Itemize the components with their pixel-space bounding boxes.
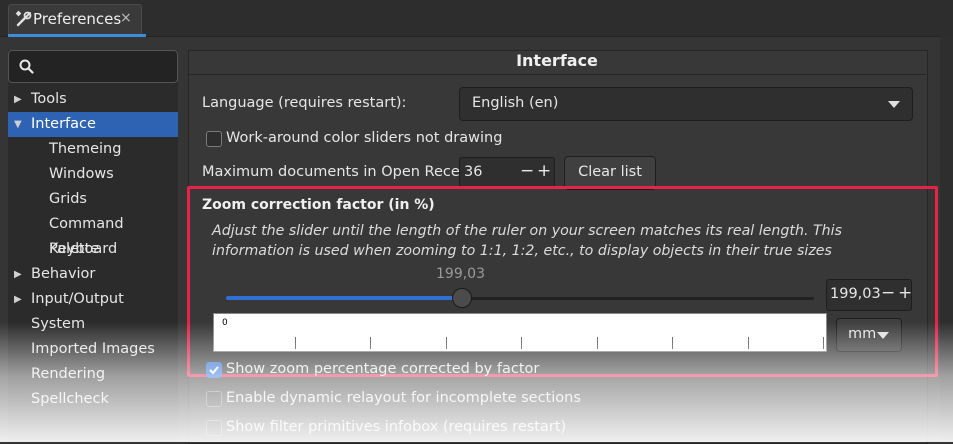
sidebar-item-behavior[interactable]: ▶ Behavior	[8, 262, 178, 287]
max-docs-value: 36	[464, 164, 483, 180]
checkmark-icon	[209, 366, 219, 375]
sidebar-item-themeing[interactable]: Themeing	[8, 137, 178, 162]
language-dropdown[interactable]: English (en)	[459, 87, 913, 121]
tab-active-indicator	[8, 34, 146, 37]
increment-button[interactable]: +	[537, 161, 551, 181]
search-icon	[19, 59, 34, 78]
search-input[interactable]	[8, 50, 178, 83]
sidebar-item-rendering[interactable]: Rendering	[8, 362, 178, 387]
tab-preferences[interactable]: Preferences ×	[8, 4, 142, 36]
sidebar-item-label: System	[31, 316, 86, 332]
dynamic-relayout-checkbox[interactable]	[206, 391, 222, 407]
tab-bar	[0, 0, 953, 37]
workaround-label: Work-around color sliders not drawing	[226, 130, 503, 146]
show-zoom-label: Show zoom percentage corrected by factor	[226, 361, 540, 377]
sidebar-item-label: Interface	[31, 116, 96, 132]
sidebar-item-label: Rendering	[31, 366, 106, 382]
sidebar-item-label: Tools	[31, 91, 67, 107]
language-label: Language (requires restart):	[202, 95, 407, 111]
chevron-right-icon[interactable]: ▶	[14, 87, 22, 112]
sidebar-item-interface[interactable]: ▼ Interface	[8, 112, 178, 137]
sidebar-item-label: Themeing	[49, 141, 122, 157]
highlight-frame	[187, 186, 938, 377]
max-docs-spinbox[interactable]: 36 − +	[459, 157, 555, 189]
sidebar-item-grids[interactable]: Grids	[8, 187, 178, 212]
close-icon[interactable]: ×	[120, 10, 132, 26]
sidebar-item-windows[interactable]: Windows	[8, 162, 178, 187]
filter-infobox-label: Show filter primitives infobox (requires…	[226, 419, 567, 435]
sidebar-item-label: Input/Output	[31, 291, 124, 307]
sidebar-item-label: Keyboard	[49, 241, 118, 257]
sidebar-item-command-palette[interactable]: Command Palette	[8, 212, 178, 257]
chevron-right-icon[interactable]: ▶	[14, 287, 22, 312]
sidebar-item-spellcheck[interactable]: Spellcheck	[8, 387, 178, 412]
chevron-down-icon[interactable]: ▼	[14, 112, 22, 137]
sidebar-item-system[interactable]: System	[8, 312, 178, 337]
tab-label: Preferences	[33, 10, 122, 28]
filter-infobox-checkbox[interactable]	[206, 420, 222, 436]
workaround-checkbox[interactable]	[206, 131, 222, 147]
show-zoom-checkbox[interactable]	[206, 362, 222, 378]
window-edge	[940, 36, 953, 442]
chevron-down-icon	[888, 101, 900, 108]
tools-icon	[15, 10, 33, 28]
language-value: English (en)	[472, 95, 559, 111]
sidebar-item-label: Spellcheck	[31, 391, 109, 407]
sidebar-item-tools[interactable]: ▶ Tools	[8, 87, 178, 112]
sidebar-item-input-output[interactable]: ▶ Input/Output	[8, 287, 178, 312]
decrement-button[interactable]: −	[520, 161, 534, 181]
sidebar-item-label: Grids	[49, 191, 87, 207]
sidebar-item-label: Behavior	[31, 266, 96, 282]
clear-list-button[interactable]: Clear list	[564, 156, 656, 190]
dynamic-relayout-label: Enable dynamic relayout for incomplete s…	[226, 390, 581, 406]
sidebar-item-label: Windows	[49, 166, 114, 182]
chevron-right-icon[interactable]: ▶	[14, 262, 22, 287]
sidebar-item-keyboard[interactable]: Keyboard	[8, 237, 178, 262]
sidebar-item-imported-images[interactable]: Imported Images	[8, 337, 178, 362]
page-title: Interface	[188, 51, 926, 75]
max-docs-label: Maximum documents in Open Recent:	[202, 164, 480, 180]
sidebar-item-label: Imported Images	[31, 341, 155, 357]
